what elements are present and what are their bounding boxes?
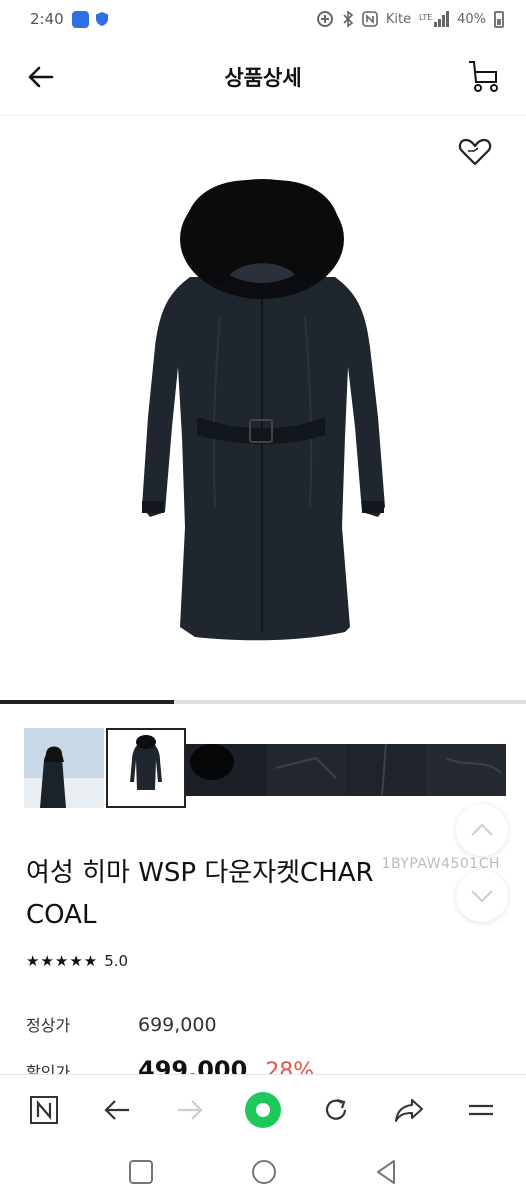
browser-home-button[interactable] [241, 1088, 285, 1132]
signal-icon: LTE [419, 11, 450, 27]
browser-back-button[interactable] [95, 1088, 139, 1132]
battery-percent: 40% [457, 11, 486, 27]
thumbnail-item[interactable] [346, 728, 426, 808]
regular-price-value: 699,000 [138, 1014, 217, 1036]
product-image[interactable] [0, 117, 526, 702]
thumbnail-strip [24, 728, 506, 810]
wishlist-heart-icon[interactable] [458, 137, 492, 167]
battery-icon [494, 10, 504, 28]
browser-forward-button[interactable] [168, 1088, 212, 1132]
green-circle-icon [244, 1091, 281, 1128]
product-rating: ★★★★★ 5.0 [26, 952, 128, 970]
regular-price-row: 정상가 699,000 [26, 1012, 217, 1036]
status-bar: 2:40 Kite LTE 40% [0, 0, 526, 38]
rating-value: 5.0 [104, 952, 129, 970]
coat-illustration [142, 179, 385, 641]
browser-share-button[interactable] [387, 1088, 431, 1132]
arrow-right-icon [178, 1099, 203, 1120]
scroll-down-button[interactable] [456, 870, 508, 922]
home-icon[interactable] [250, 1158, 278, 1186]
regular-price-label: 정상가 [26, 1016, 71, 1035]
nfc-icon [362, 11, 378, 27]
thumbnail-item-selected[interactable] [106, 728, 186, 808]
thumbnail-item[interactable] [266, 728, 346, 808]
page-title: 상품상세 [224, 66, 302, 90]
bluetooth-icon [343, 10, 354, 28]
wifi-call-icon [316, 11, 333, 27]
carrier-label: Kite [385, 11, 412, 27]
hamburger-menu-icon [469, 1104, 494, 1115]
thumbnail-item[interactable] [186, 728, 266, 808]
browser-refresh-button[interactable] [314, 1088, 358, 1132]
app-notification-icon [71, 10, 89, 28]
chevron-down-icon [471, 890, 493, 903]
system-nav-bar [0, 1144, 526, 1200]
naver-n-icon [30, 1095, 59, 1124]
chevron-up-icon [471, 823, 493, 836]
arrow-left-icon [104, 1099, 130, 1120]
product-code: 1BYPAW4501CH [381, 856, 500, 872]
gallery-progress-fill [0, 700, 174, 704]
gallery-progress-bar [0, 700, 526, 704]
refresh-icon [325, 1098, 346, 1120]
thumbnail-item[interactable] [426, 728, 506, 808]
shield-icon [95, 12, 108, 26]
back-triangle-icon[interactable] [374, 1159, 398, 1185]
naver-home-button[interactable] [22, 1088, 66, 1132]
rating-stars: ★★★★★ [26, 952, 99, 970]
scroll-up-button[interactable] [456, 804, 508, 856]
page-header: 상품상세 [0, 38, 526, 116]
status-time: 2:40 [30, 10, 64, 28]
product-name: 여성 히마 WSP 다운자켓CHARCOAL [26, 858, 374, 930]
thumbnail-item[interactable] [24, 728, 104, 808]
recent-apps-icon[interactable] [128, 1159, 154, 1185]
browser-menu-button[interactable] [459, 1088, 503, 1132]
browser-toolbar [0, 1074, 526, 1144]
svg-text:LTE: LTE [419, 13, 432, 22]
share-icon [394, 1098, 423, 1122]
cart-button[interactable] [466, 58, 502, 94]
